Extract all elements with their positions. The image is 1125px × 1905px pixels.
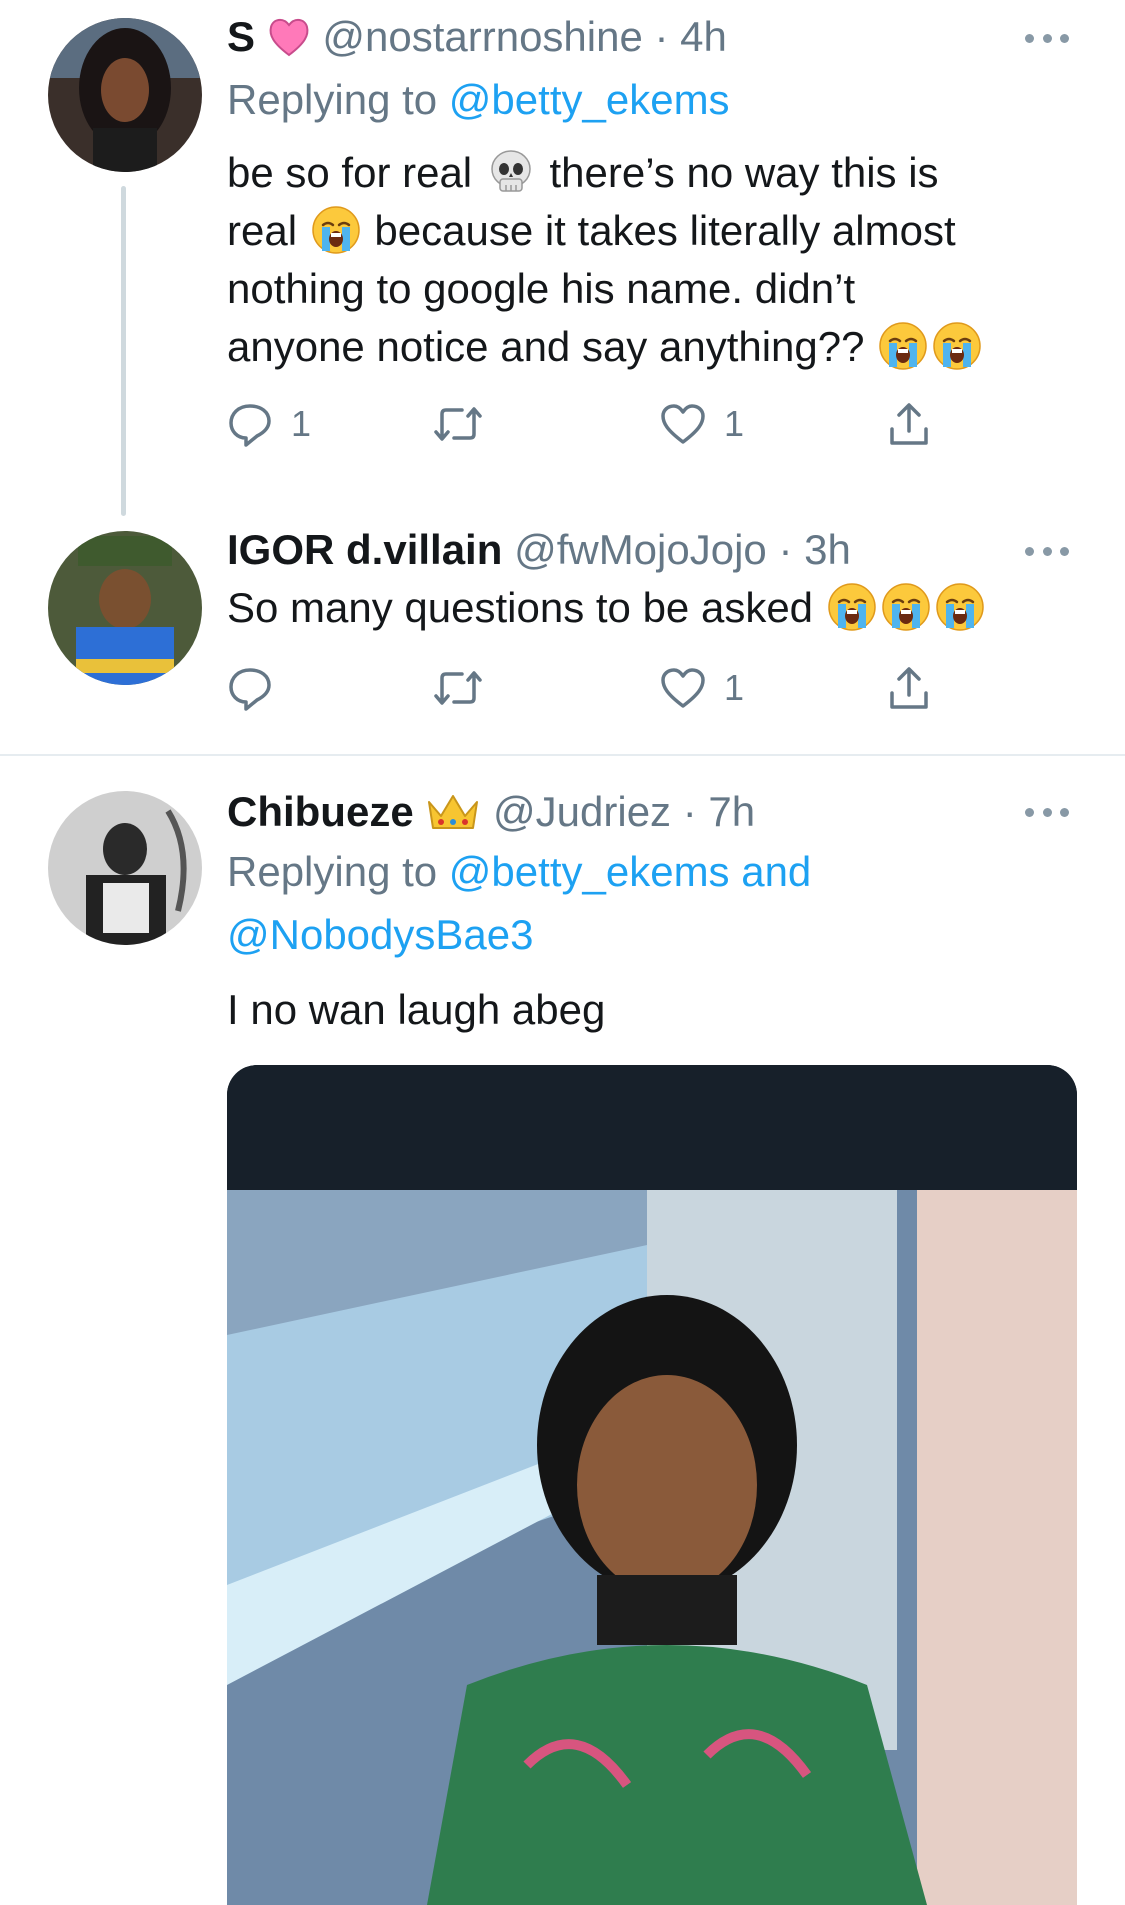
share-button[interactable] <box>887 394 931 454</box>
text-line: nothing to google his name. didn’t <box>227 265 856 312</box>
replying-to: @NobodysBae3 <box>227 905 534 965</box>
mention-link[interactable]: @NobodysBae3 <box>227 911 534 958</box>
reply-icon <box>229 404 271 447</box>
tweet-header: Chibueze @Judriez · 7h <box>227 786 755 838</box>
more-icon[interactable] <box>1025 807 1069 817</box>
mention-link[interactable]: @betty_ekems and <box>449 848 812 895</box>
retweet-button[interactable] <box>432 394 502 454</box>
tweet-text: So many questions to be asked <box>227 579 1107 637</box>
tweet-text: I no wan laugh abeg <box>227 986 606 1033</box>
tweet-header: S @nostarrnoshine · 4h <box>227 11 727 63</box>
crying-emoji <box>878 321 928 371</box>
reply-count: 1 <box>291 403 312 444</box>
like-icon <box>661 668 705 708</box>
text-line: real because it takes literally almost <box>227 205 956 255</box>
avatar[interactable] <box>48 791 202 945</box>
more-icon[interactable] <box>1025 33 1069 43</box>
handle[interactable]: @fwMojoJojo <box>514 526 767 573</box>
share-button[interactable] <box>887 658 931 718</box>
more-icon[interactable] <box>1025 546 1069 556</box>
display-name[interactable]: Chibueze <box>227 788 414 835</box>
mention-link[interactable]: @betty_ekems <box>449 76 730 123</box>
skull-emoji <box>491 150 531 192</box>
tweet-media[interactable] <box>227 1065 1077 1905</box>
tweet-text: be so for real there’s no way this is re… <box>227 144 1087 376</box>
text-line: anyone notice and say anything?? <box>227 318 1087 376</box>
retweet-icon <box>434 407 482 441</box>
handle[interactable]: @nostarrnoshine <box>322 13 642 60</box>
timestamp[interactable]: · 3h <box>778 526 850 573</box>
tweet-header: IGOR d.villain @fwMojoJojo · 3h <box>227 524 851 576</box>
reply-button[interactable] <box>227 658 291 718</box>
crying-emoji <box>311 205 361 255</box>
timestamp[interactable]: · 4h <box>655 13 727 60</box>
heart-emoji <box>269 19 309 57</box>
thread-line <box>121 186 126 516</box>
replying-to: Replying to @betty_ekems and <box>227 848 812 895</box>
like-icon <box>661 404 705 444</box>
share-icon <box>890 403 928 445</box>
timestamp[interactable]: · 7h <box>683 788 755 835</box>
handle[interactable]: @Judriez <box>493 788 671 835</box>
crown-emoji <box>428 795 479 829</box>
like-button[interactable]: 1 <box>660 394 744 454</box>
reply-icon <box>229 668 271 711</box>
crying-emoji <box>881 582 931 632</box>
like-count: 1 <box>724 403 745 444</box>
reply-button[interactable]: 1 <box>227 394 311 454</box>
like-button[interactable]: 1 <box>660 658 744 718</box>
replying-to: Replying to @betty_ekems <box>227 76 730 123</box>
crying-emoji <box>935 582 985 632</box>
crying-emoji <box>827 582 877 632</box>
tweet-actions: 1 1 <box>227 394 947 454</box>
crying-emoji <box>932 321 982 371</box>
text-line: be so for real there’s no way this is <box>227 149 939 196</box>
avatar[interactable] <box>48 531 202 685</box>
retweet-button[interactable] <box>432 658 502 718</box>
like-count: 1 <box>724 667 745 708</box>
retweet-icon <box>434 671 482 705</box>
tweet-actions: 1 <box>227 658 947 718</box>
display-name[interactable]: S <box>227 13 255 60</box>
display-name[interactable]: IGOR d.villain <box>227 526 502 573</box>
share-icon <box>890 667 928 709</box>
separator <box>0 754 1125 756</box>
avatar[interactable] <box>48 18 202 172</box>
